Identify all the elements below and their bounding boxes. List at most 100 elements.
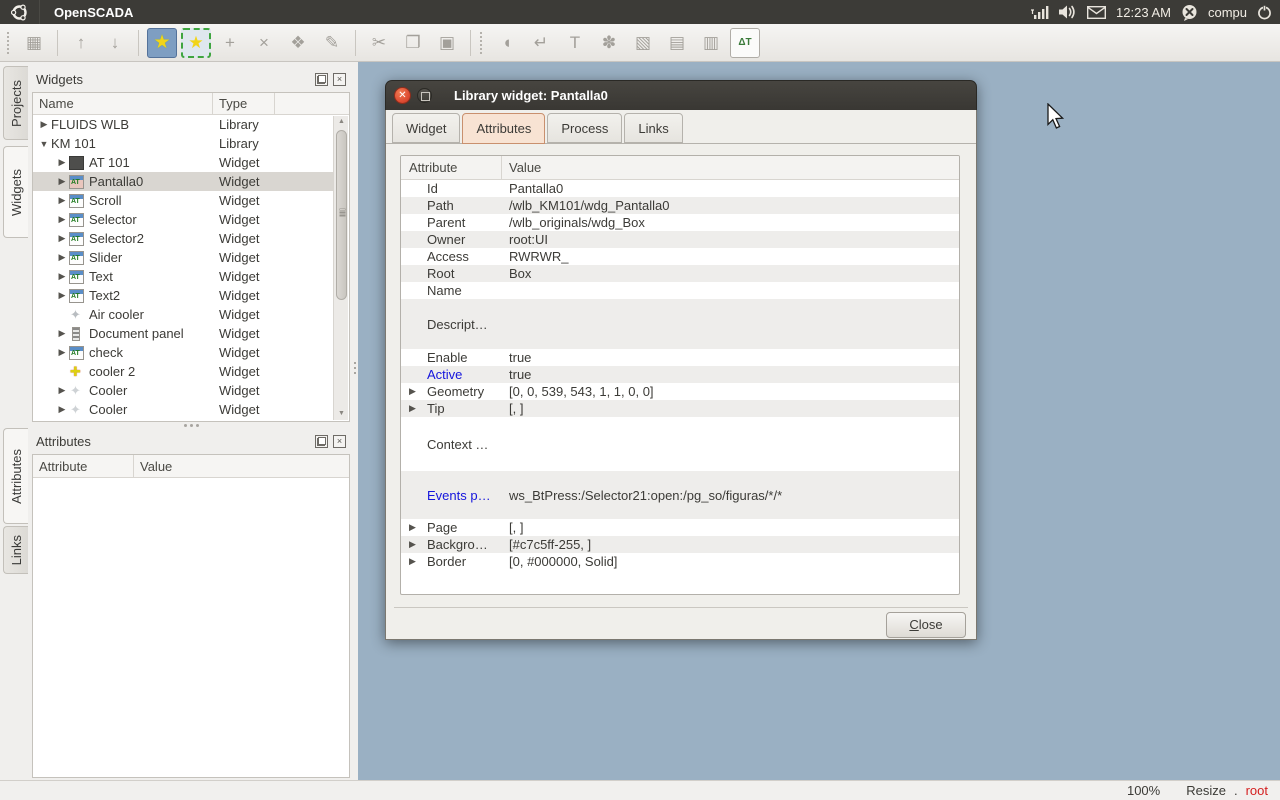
volume-icon[interactable] bbox=[1059, 5, 1077, 19]
attribute-row[interactable]: Id Pantalla0 bbox=[401, 180, 959, 197]
scroll-down-icon[interactable]: ▼ bbox=[334, 408, 349, 420]
attribute-value[interactable]: root:UI bbox=[509, 232, 548, 247]
expander-icon[interactable]: ▶ bbox=[55, 195, 69, 206]
expander-icon[interactable]: ▶ bbox=[55, 157, 69, 168]
column-header-value[interactable]: Value bbox=[134, 455, 355, 478]
attribute-row[interactable]: Active true bbox=[401, 366, 959, 383]
side-tab-attributes[interactable]: Attributes bbox=[3, 428, 28, 524]
float-panel-icon[interactable] bbox=[315, 435, 328, 448]
expander-icon[interactable]: ▶ bbox=[55, 252, 69, 263]
tree-row[interactable]: ▶ Selector Widget bbox=[33, 210, 333, 229]
cut-button[interactable]: ✂ bbox=[364, 28, 394, 58]
tree-row[interactable]: ▶ Text Widget bbox=[33, 267, 333, 286]
tree-row[interactable]: ▶ Cooler Widget bbox=[33, 400, 333, 419]
close-panel-icon[interactable]: × bbox=[333, 73, 346, 86]
attribute-row[interactable]: Name bbox=[401, 282, 959, 299]
tree-row[interactable]: ▶ Scroll Widget bbox=[33, 191, 333, 210]
tree-row[interactable]: ▶ Text2 Widget bbox=[33, 286, 333, 305]
attribute-row[interactable]: ▶ Geometry [0, 0, 539, 543, 1, 1, 0, 0] bbox=[401, 383, 959, 400]
side-tab-links[interactable]: Links bbox=[3, 526, 28, 574]
attribute-value[interactable]: true bbox=[509, 350, 531, 365]
expander-icon[interactable]: ▶ bbox=[409, 556, 416, 567]
dialog-tab-attributes[interactable]: Attributes bbox=[462, 113, 545, 144]
add-widget-button[interactable]: + bbox=[215, 28, 245, 58]
expander-icon[interactable]: ▼ bbox=[37, 139, 51, 149]
text-element-button[interactable]: T bbox=[560, 28, 590, 58]
attribute-row[interactable]: ▶ Page [, ] bbox=[401, 519, 959, 536]
expander-icon[interactable]: ▶ bbox=[409, 403, 416, 414]
attribute-row[interactable]: Context … bbox=[401, 417, 959, 471]
expander-icon[interactable]: ▶ bbox=[55, 233, 69, 244]
column-header-attribute[interactable]: Attribute bbox=[33, 455, 134, 478]
attribute-row[interactable]: Access RWRWR_ bbox=[401, 248, 959, 265]
expander-icon[interactable]: ▶ bbox=[55, 214, 69, 225]
tree-row[interactable]: ▶ check Widget bbox=[33, 343, 333, 362]
tree-row[interactable]: ▶ Cooler Widget bbox=[33, 381, 333, 400]
tree-row[interactable]: cooler 2 Widget bbox=[33, 362, 333, 381]
tree-row[interactable]: ▶ AT 101 Widget bbox=[33, 153, 333, 172]
tree-row[interactable]: ▶ FLUIDS WLB Library bbox=[33, 115, 333, 134]
scroll-up-icon[interactable]: ▲ bbox=[334, 116, 349, 128]
tree-scrollbar[interactable]: ▲ ▼ bbox=[333, 116, 348, 420]
attribute-row[interactable]: Enable true bbox=[401, 349, 959, 366]
expander-icon[interactable]: ▶ bbox=[55, 385, 69, 396]
attribute-value[interactable]: Pantalla0 bbox=[509, 181, 563, 196]
tree-row[interactable]: ▶ Pantalla0 Widget bbox=[33, 172, 333, 191]
dialog-titlebar[interactable]: ✕ Library widget: Pantalla0 bbox=[385, 80, 977, 110]
network-signal-icon[interactable] bbox=[1031, 6, 1049, 19]
expander-icon[interactable]: ▶ bbox=[55, 404, 69, 415]
attribute-value[interactable]: Box bbox=[509, 266, 531, 281]
media-element-button[interactable]: ✽ bbox=[594, 28, 624, 58]
expander-icon[interactable]: ▶ bbox=[409, 522, 416, 533]
dialog-maximize-icon[interactable] bbox=[417, 88, 432, 103]
attribute-value[interactable]: [#c7c5ff-255, ] bbox=[509, 537, 591, 552]
attribute-value[interactable]: [, ] bbox=[509, 520, 523, 535]
db-load-button[interactable]: ↑ bbox=[66, 28, 96, 58]
toolbar-drag-handle[interactable] bbox=[7, 32, 14, 54]
attribute-value[interactable]: true bbox=[509, 367, 531, 382]
attribute-row[interactable]: Root Box bbox=[401, 265, 959, 282]
delete-widget-button[interactable]: × bbox=[249, 28, 279, 58]
attribute-row[interactable]: Path /wlb_KM101/wdg_Pantalla0 bbox=[401, 197, 959, 214]
column-header-value[interactable]: Value bbox=[509, 156, 541, 180]
mail-icon[interactable] bbox=[1087, 6, 1106, 19]
side-tab-projects[interactable]: Projects bbox=[3, 66, 28, 140]
new-library-button[interactable]: ★ bbox=[147, 28, 177, 58]
float-panel-icon[interactable] bbox=[315, 73, 328, 86]
power-icon[interactable] bbox=[1257, 5, 1272, 20]
attribute-value[interactable]: /wlb_originals/wdg_Box bbox=[509, 215, 645, 230]
attribute-value[interactable]: [0, #000000, Solid] bbox=[509, 554, 617, 569]
tree-row[interactable]: ▶ Selector2 Widget bbox=[33, 229, 333, 248]
expander-icon[interactable]: ▶ bbox=[409, 386, 416, 397]
paste-button[interactable]: ▣ bbox=[432, 28, 462, 58]
close-button[interactable]: Close bbox=[886, 612, 966, 638]
attribute-value[interactable]: [, ] bbox=[509, 401, 523, 416]
side-tab-widgets[interactable]: Widgets bbox=[3, 146, 28, 238]
column-header-name[interactable]: Name bbox=[33, 93, 213, 115]
copy-button[interactable]: ❐ bbox=[398, 28, 428, 58]
dialog-close-icon[interactable]: ✕ bbox=[394, 87, 411, 104]
clock[interactable]: 12:23 AM bbox=[1116, 5, 1171, 20]
attribute-row[interactable]: ▶ Backgro… [#c7c5ff-255, ] bbox=[401, 536, 959, 553]
messaging-indicator-icon[interactable] bbox=[1181, 4, 1198, 21]
attribute-value[interactable]: ws_BtPress:/Selector21:open:/pg_so/figur… bbox=[509, 488, 782, 503]
tree-row[interactable]: ▶ Document panel Widget bbox=[33, 324, 333, 343]
attribute-value[interactable]: RWRWR_ bbox=[509, 249, 568, 264]
attribute-row[interactable]: ▶ Border [0, #000000, Solid] bbox=[401, 553, 959, 570]
dialog-tab-widget[interactable]: Widget bbox=[392, 113, 460, 143]
dialog-tab-process[interactable]: Process bbox=[547, 113, 622, 143]
column-header-type[interactable]: Type bbox=[213, 93, 275, 115]
ubuntu-logo-icon[interactable] bbox=[0, 0, 40, 24]
window-manage-button[interactable]: ▦ bbox=[19, 28, 49, 58]
widget-edit-button[interactable]: ✎ bbox=[317, 28, 347, 58]
expander-icon[interactable]: ▶ bbox=[409, 539, 416, 550]
form-element-button[interactable]: ↵ bbox=[526, 28, 556, 58]
new-widget-button[interactable]: ★ bbox=[181, 28, 211, 58]
expander-icon[interactable]: ▶ bbox=[55, 328, 69, 339]
dialog-tab-links[interactable]: Links bbox=[624, 113, 682, 143]
widget-properties-button[interactable]: ❖ bbox=[283, 28, 313, 58]
expander-icon[interactable]: ▶ bbox=[55, 347, 69, 358]
attribute-row[interactable]: Parent /wlb_originals/wdg_Box bbox=[401, 214, 959, 231]
column-header-attribute[interactable]: Attribute bbox=[409, 156, 457, 180]
attribute-row[interactable]: Descript… bbox=[401, 299, 959, 349]
